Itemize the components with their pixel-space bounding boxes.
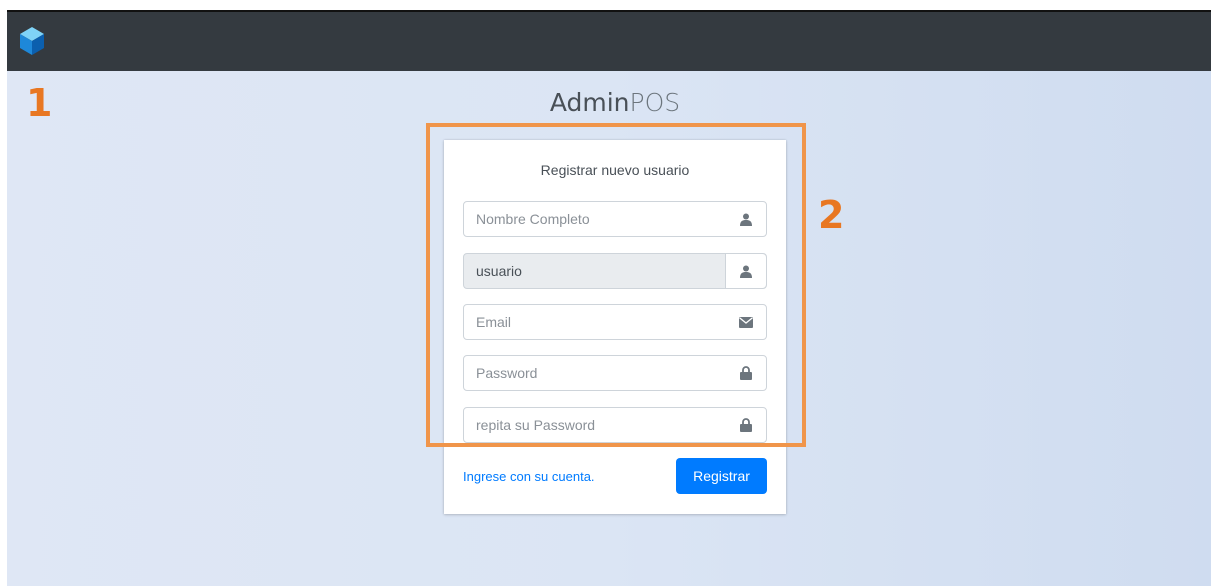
window-left-edge	[0, 0, 7, 586]
top-navbar	[7, 10, 1211, 71]
register-button[interactable]: Registrar	[676, 458, 767, 494]
email-input[interactable]	[464, 305, 726, 339]
username-input[interactable]	[464, 254, 725, 288]
full-name-input[interactable]	[464, 202, 726, 236]
login-link[interactable]: Ingrese con su cuenta.	[463, 469, 595, 484]
username-field	[463, 253, 767, 289]
full-name-field	[463, 201, 767, 237]
page-title: AdminPOS	[444, 88, 786, 117]
brand-pos: POS	[629, 88, 681, 117]
user-icon	[725, 254, 766, 288]
password-input[interactable]	[464, 356, 726, 390]
password-field	[463, 355, 767, 391]
annotation-marker-2: 2	[818, 193, 845, 237]
brand-admin: Admin	[549, 88, 630, 117]
envelope-icon	[726, 305, 766, 339]
lock-icon	[726, 408, 766, 442]
email-field	[463, 304, 767, 340]
cube-logo-icon[interactable]	[19, 26, 45, 56]
window-top-edge	[0, 0, 1211, 10]
repeat-password-input[interactable]	[464, 408, 726, 442]
lock-icon	[726, 356, 766, 390]
user-icon	[726, 202, 766, 236]
register-card: Registrar nuevo usuario Ingrese con su c…	[444, 140, 786, 514]
annotation-marker-1: 1	[26, 81, 53, 125]
register-card-title: Registrar nuevo usuario	[540, 162, 690, 178]
repeat-password-field	[463, 407, 767, 443]
